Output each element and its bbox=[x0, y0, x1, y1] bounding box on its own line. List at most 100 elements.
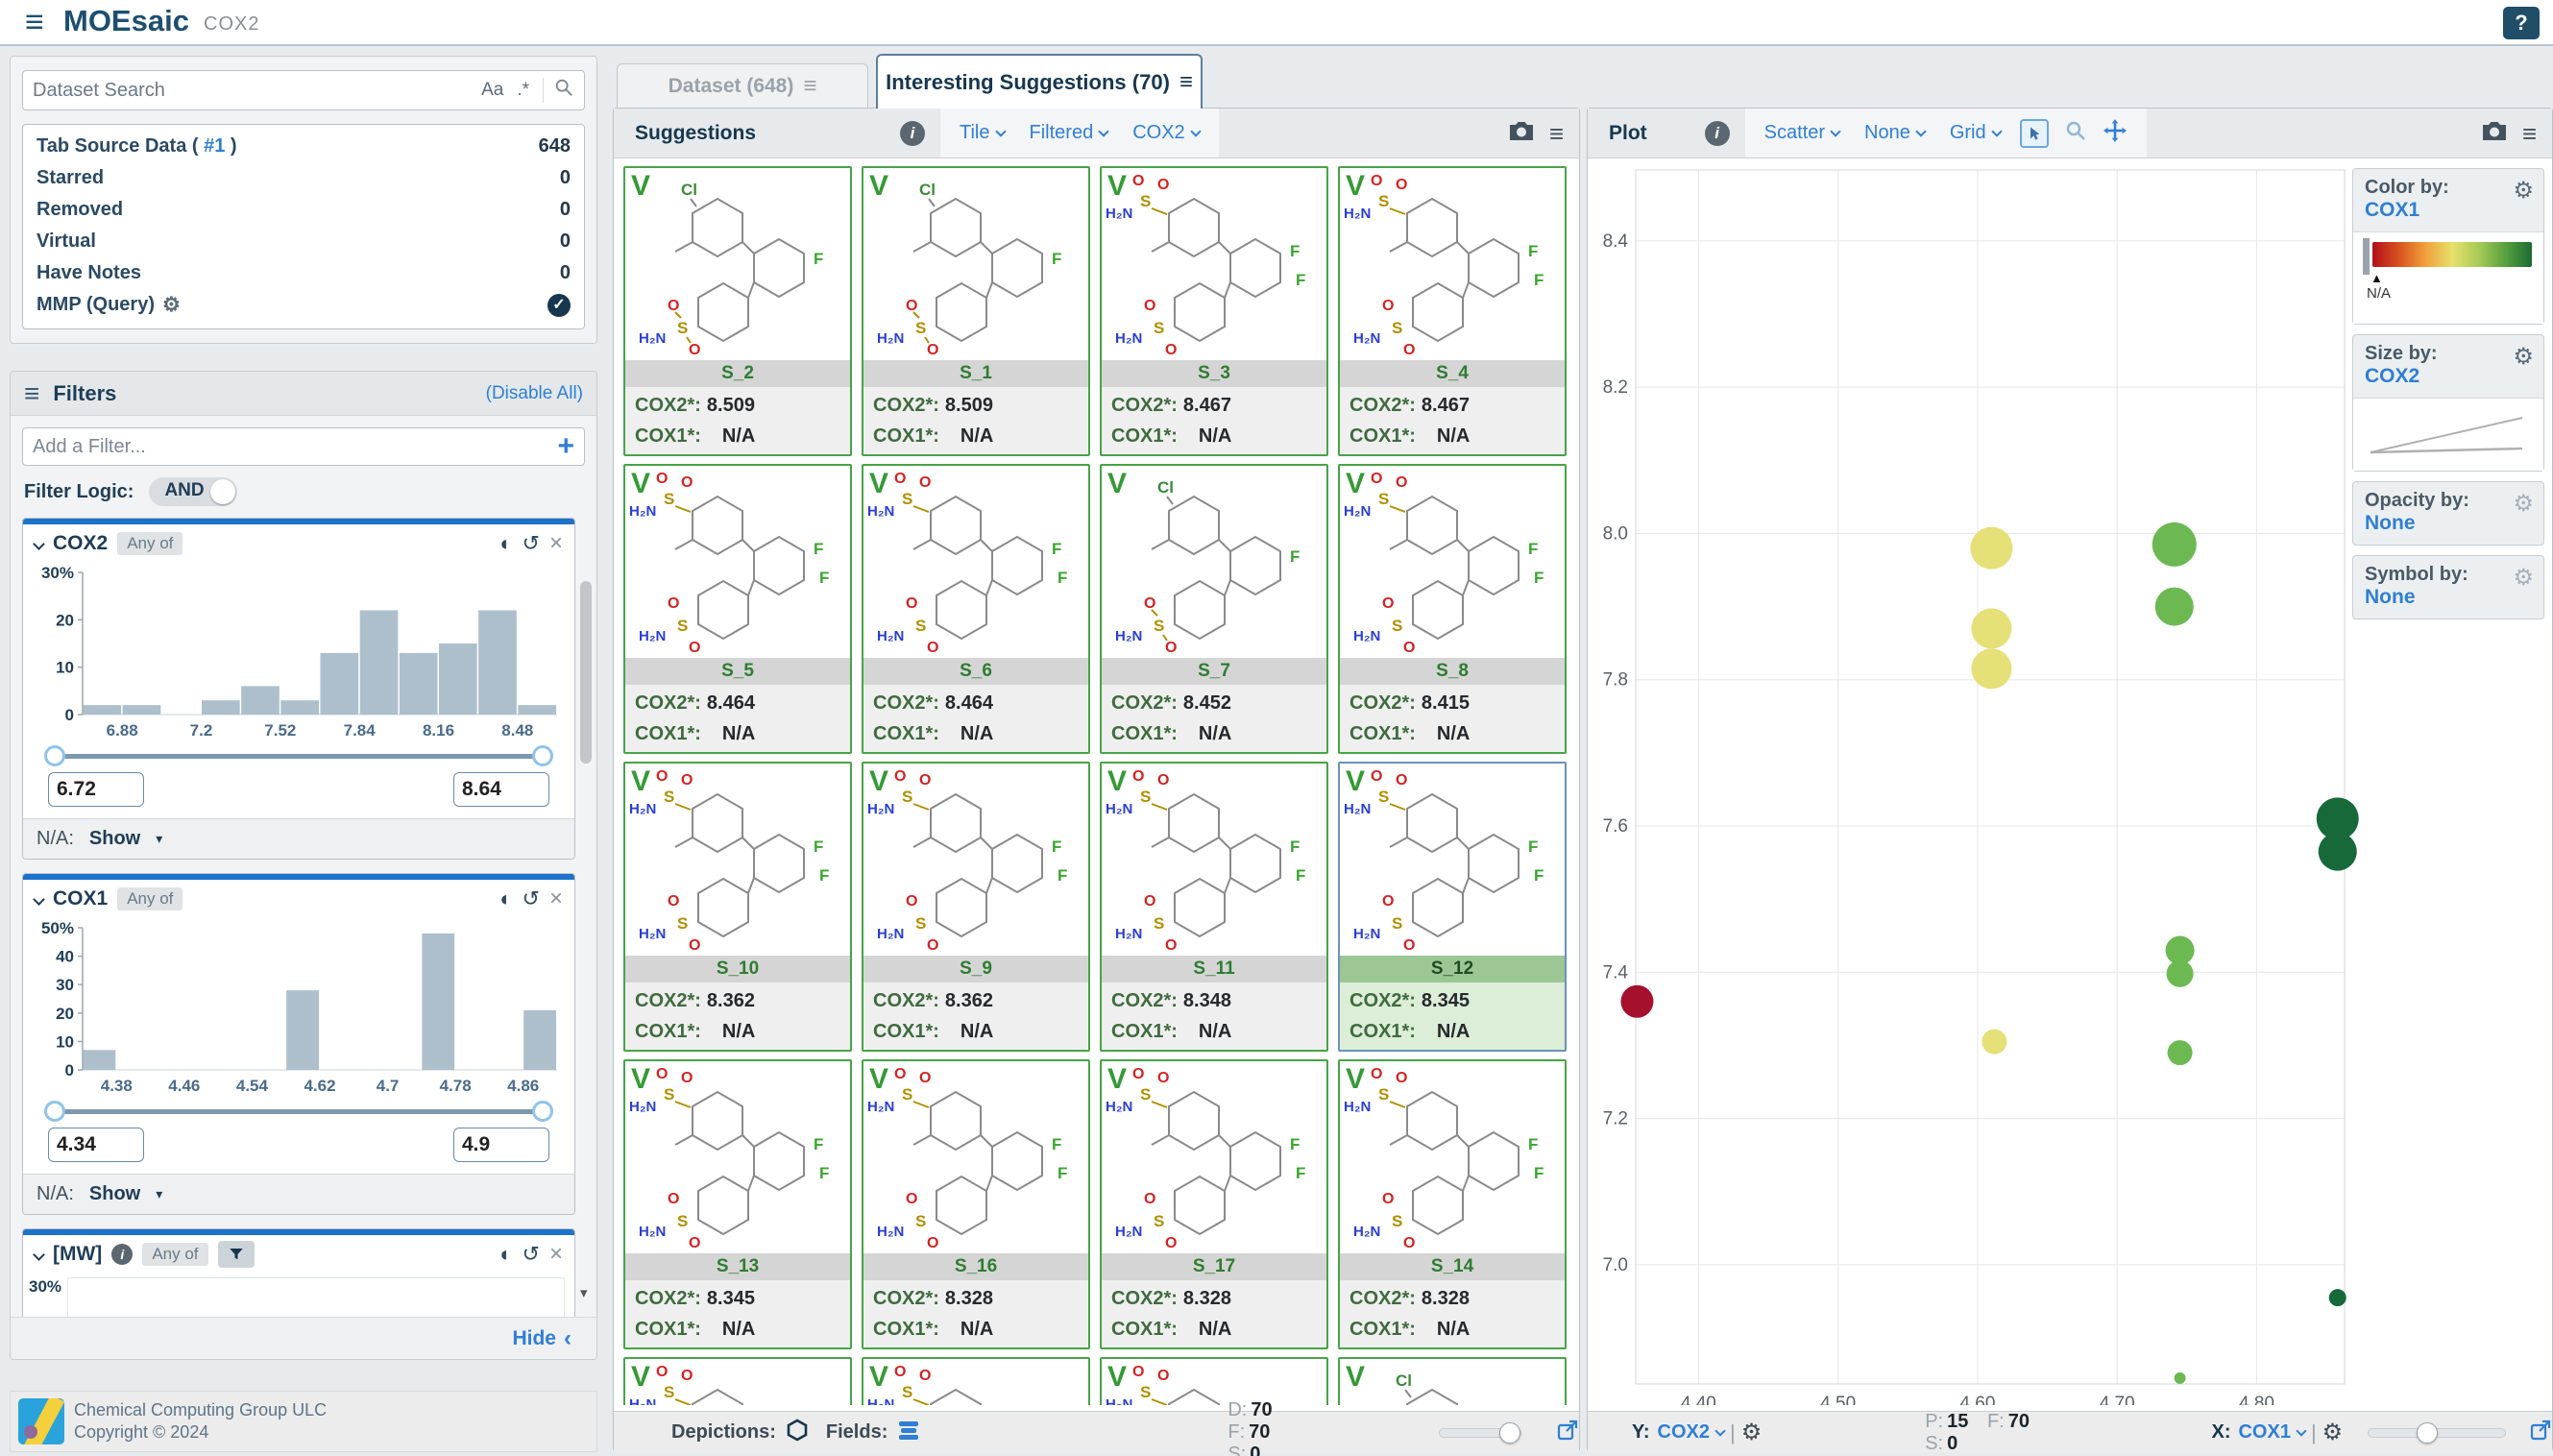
tab-dataset[interactable]: Dataset (648) ≡ bbox=[617, 63, 868, 108]
toggle-knob[interactable] bbox=[210, 479, 235, 504]
suggestion-tile-s_17[interactable]: V S O O H₂N F F S O O H₂N S_17 COX2*:8.3… bbox=[1100, 1059, 1328, 1349]
suggestion-tile-s_2[interactable]: V Cl F S O O H₂N S_2 COX2*:8.509 COX1*:N… bbox=[623, 166, 852, 456]
info-icon[interactable]: i bbox=[111, 1244, 133, 1265]
plot-type-dropdown[interactable]: Scatter bbox=[1764, 122, 1839, 144]
collapse-chevron-icon[interactable] bbox=[33, 1249, 45, 1261]
gear-icon[interactable]: ⚙ bbox=[162, 293, 181, 317]
dataset-search-input[interactable] bbox=[33, 80, 468, 102]
na-mode-dropdown[interactable]: Show bbox=[89, 828, 140, 850]
select-cursor-tool[interactable] bbox=[2020, 119, 2049, 148]
suggestion-tile-partial[interactable]: V Cl F S O O H₂N bbox=[1338, 1357, 1567, 1405]
scatter-point[interactable] bbox=[2167, 960, 2194, 987]
depictions-hexagon-icon[interactable] bbox=[786, 1419, 809, 1447]
regex-toggle[interactable]: .* bbox=[517, 80, 529, 101]
help-button[interactable]: ? bbox=[2503, 7, 2540, 39]
suggestion-tile-s_11[interactable]: V S O O H₂N F F S O O H₂N S_11 COX2*:8.3… bbox=[1100, 762, 1328, 1052]
scatter-point[interactable] bbox=[2168, 1040, 2193, 1065]
scatter-point[interactable] bbox=[2155, 588, 2194, 626]
slider-track[interactable] bbox=[52, 1109, 546, 1114]
range-min-input[interactable] bbox=[48, 772, 144, 807]
scrollbar-down-arrow[interactable]: ▾ bbox=[580, 1284, 588, 1301]
info-icon[interactable]: i bbox=[1705, 121, 1730, 146]
pan-tool-icon[interactable] bbox=[2103, 118, 2128, 148]
suggestion-tile-s_3[interactable]: V S O O H₂N F F S O O H₂N S_3 COX2*:8.46… bbox=[1100, 166, 1328, 456]
gear-icon[interactable]: ⚙ bbox=[2513, 564, 2534, 592]
x-axis-gear-icon[interactable]: ⚙ bbox=[2322, 1419, 2344, 1446]
reset-history-icon[interactable]: ↺ bbox=[523, 1242, 540, 1267]
filtered-dropdown[interactable]: Filtered bbox=[1030, 122, 1108, 144]
range-slider[interactable] bbox=[52, 745, 546, 768]
tab-menu-icon[interactable]: ≡ bbox=[803, 76, 816, 97]
suggestion-tile-s_7[interactable]: V Cl F S O O H₂N S_7 COX2*:8.452 COX1*:N… bbox=[1100, 464, 1328, 754]
suggestion-tile-s_4[interactable]: V S O O H₂N F F S O O H₂N S_4 COX2*:8.46… bbox=[1338, 166, 1567, 456]
scatter-point[interactable] bbox=[1620, 985, 1653, 1018]
legend-value-dropdown[interactable]: COX1 bbox=[2365, 199, 2532, 222]
gear-icon[interactable]: ⚙ bbox=[2513, 343, 2534, 371]
suggestion-tile-s_1[interactable]: V Cl F S O O H₂N S_1 COX2*:8.509 COX1*:N… bbox=[862, 166, 1090, 456]
suggestion-tile-s_6[interactable]: V S O O H₂N F F S O O H₂N S_6 COX2*:8.46… bbox=[862, 464, 1090, 754]
gear-icon[interactable]: ⚙ bbox=[2513, 177, 2534, 205]
source-list-item[interactable]: Virtual0 bbox=[23, 226, 584, 257]
legend-value-dropdown[interactable]: None bbox=[2365, 512, 2532, 535]
popout-icon[interactable] bbox=[2529, 1419, 2552, 1447]
snapshot-camera-icon[interactable] bbox=[2482, 120, 2507, 146]
suggestion-tile-s_5[interactable]: V S O O H₂N F F S O O H₂N S_5 COX2*:8.46… bbox=[623, 464, 852, 754]
range-min-handle[interactable] bbox=[44, 745, 65, 766]
add-filter-input[interactable] bbox=[33, 436, 557, 458]
zoom-tool-icon[interactable] bbox=[2064, 119, 2087, 147]
search-icon[interactable] bbox=[553, 77, 574, 104]
y-axis-dropdown[interactable]: COX2 bbox=[1658, 1421, 1724, 1444]
range-max-handle[interactable] bbox=[532, 745, 553, 766]
suggestion-tile-s_9[interactable]: V S O O H₂N F F S O O H₂N S_9 COX2*:8.36… bbox=[862, 762, 1090, 1052]
view-mode-dropdown[interactable]: Tile bbox=[960, 122, 1004, 144]
suggestion-tile-partial[interactable]: V S O O H₂N F F S O O H₂N bbox=[1100, 1357, 1328, 1405]
slider-knob[interactable] bbox=[1499, 1422, 1520, 1444]
sort-field-dropdown[interactable]: COX2 bbox=[1132, 122, 1199, 144]
range-max-input[interactable] bbox=[453, 1128, 549, 1162]
disable-all-link[interactable]: (Disable All) bbox=[486, 383, 583, 404]
scatter-point[interactable] bbox=[1971, 608, 2011, 648]
gear-icon[interactable]: ⚙ bbox=[2513, 490, 2534, 518]
range-slider[interactable] bbox=[52, 1101, 546, 1124]
fields-list-icon[interactable] bbox=[897, 1420, 920, 1446]
range-max-handle[interactable] bbox=[532, 1101, 553, 1122]
funnel-filter-button[interactable] bbox=[218, 1241, 255, 1268]
suggestion-tile-s_12[interactable]: V S O O H₂N F F S O O H₂N S_12 COX2*:8.3… bbox=[1338, 762, 1567, 1052]
scatter-point[interactable] bbox=[1970, 527, 2012, 570]
sidebar-scrollbar[interactable]: ▾ bbox=[580, 518, 594, 1319]
filters-menu-icon[interactable]: ≡ bbox=[24, 373, 39, 415]
close-icon[interactable]: × bbox=[549, 886, 563, 912]
reset-history-icon[interactable]: ↺ bbox=[523, 531, 540, 556]
suggestion-tile-s_8[interactable]: V S O O H₂N F F S O O H₂N S_8 COX2*:8.41… bbox=[1338, 464, 1567, 754]
source-list-item[interactable]: MMP (Query)⚙✓ bbox=[23, 289, 584, 321]
tile-size-slider[interactable] bbox=[1439, 1428, 1521, 1438]
range-min-input[interactable] bbox=[48, 1128, 144, 1162]
popout-icon[interactable] bbox=[1556, 1419, 1579, 1447]
case-sensitive-toggle[interactable]: Aa bbox=[481, 80, 503, 101]
scatter-point[interactable] bbox=[2175, 1372, 2186, 1384]
slider-knob[interactable] bbox=[2417, 1422, 2438, 1444]
point-size-slider[interactable] bbox=[2368, 1428, 2506, 1438]
source-list-item[interactable]: Starred0 bbox=[23, 162, 584, 194]
scatter-point[interactable] bbox=[2152, 522, 2197, 567]
na-mode-dropdown[interactable]: Show bbox=[89, 1183, 140, 1205]
scatter-point[interactable] bbox=[1971, 648, 2011, 689]
collapse-chevron-icon[interactable] bbox=[33, 893, 45, 906]
filter-mode-badge[interactable]: Any of bbox=[142, 1243, 207, 1266]
suggestion-tile-partial[interactable]: V S O O H₂N F F S O O H₂N bbox=[862, 1357, 1090, 1405]
scatter-point[interactable] bbox=[1982, 1030, 2006, 1055]
suggestion-tile-s_10[interactable]: V S O O H₂N F F S O O H₂N S_10 COX2*:8.3… bbox=[623, 762, 852, 1052]
panel-menu-icon[interactable]: ≡ bbox=[1549, 122, 1564, 145]
main-menu-icon[interactable]: ≡ bbox=[25, 1, 44, 43]
source-list-item[interactable]: Tab Source Data ( #1 )648 bbox=[23, 131, 584, 162]
scrollbar-thumb[interactable] bbox=[580, 581, 592, 764]
suggestion-tile-s_14[interactable]: V S O O H₂N F F S O O H₂N S_14 COX2*:8.3… bbox=[1338, 1059, 1567, 1349]
collapse-chevron-icon[interactable]: ‹ bbox=[564, 1325, 571, 1352]
range-max-input[interactable] bbox=[453, 772, 549, 807]
filter-mode-badge[interactable]: Any of bbox=[117, 887, 182, 910]
suggestion-tile-s_16[interactable]: V S O O H₂N F F S O O H₂N S_16 COX2*:8.3… bbox=[862, 1059, 1090, 1349]
plot-grid-dropdown[interactable]: Grid bbox=[1950, 122, 2001, 144]
close-icon[interactable]: × bbox=[549, 1241, 563, 1268]
panel-menu-icon[interactable]: ≡ bbox=[2522, 122, 2537, 145]
caret-down-icon[interactable]: ▾ bbox=[156, 831, 162, 847]
